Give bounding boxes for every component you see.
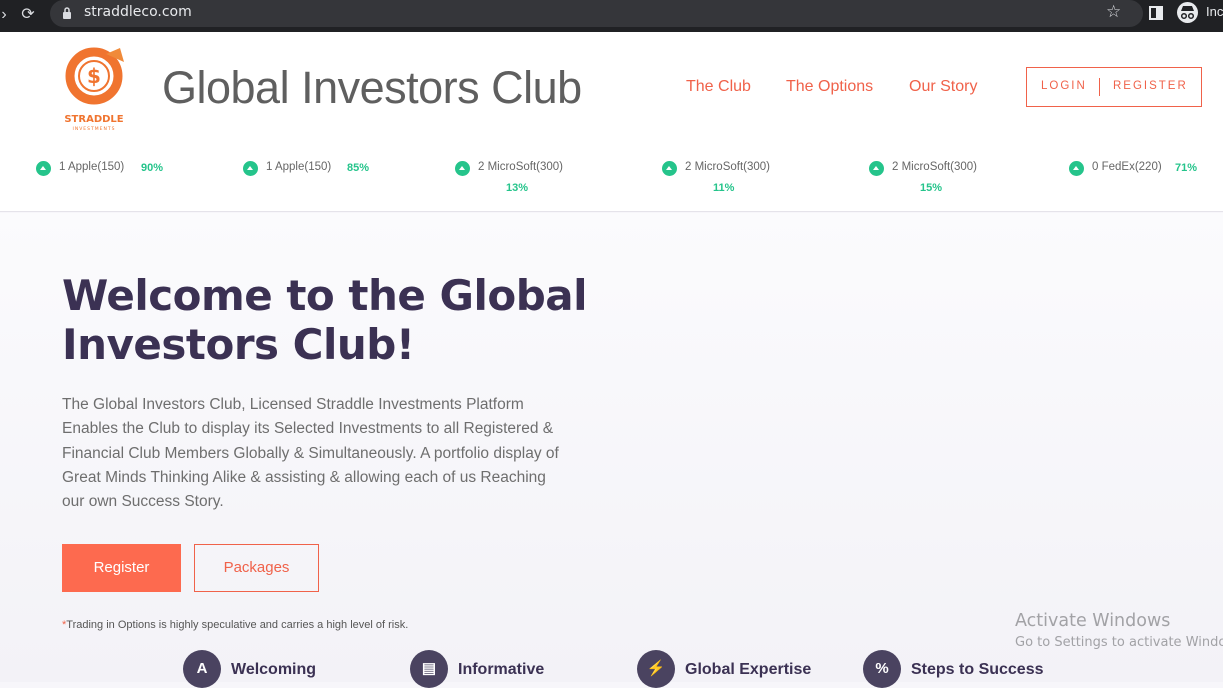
ticker-label: 2 MicroSoft(300) xyxy=(685,161,771,173)
auth-divider xyxy=(1099,78,1100,96)
logo-text: STRADDLE xyxy=(64,114,123,125)
up-arrow-icon xyxy=(243,161,258,176)
ticker-label: 1 Apple(150) xyxy=(266,161,332,173)
ticker-percent: 71% xyxy=(1175,162,1198,174)
book-icon: ▤ xyxy=(410,650,448,688)
up-arrow-icon xyxy=(455,161,470,176)
incognito-icon[interactable] xyxy=(1177,2,1198,23)
bolt-icon: ⚡ xyxy=(637,650,675,688)
register-button[interactable]: Register xyxy=(62,544,181,592)
disclaimer-text: Trading in Options is highly speculative… xyxy=(66,619,409,631)
ticker-label: 1 Apple(150) xyxy=(59,161,125,173)
feature-label: Steps to Success xyxy=(911,661,1044,678)
watermark-title: Activate Windows xyxy=(1015,611,1171,631)
reload-icon[interactable]: ⟳ xyxy=(16,3,40,27)
login-button[interactable]: LOGIN xyxy=(1041,80,1087,92)
nav-the-club[interactable]: The Club xyxy=(686,78,751,96)
url-text[interactable]: straddleco.com xyxy=(84,4,192,20)
hero-section: Welcome to the Global Investors Club! Th… xyxy=(0,213,1223,688)
bookmark-star-icon[interactable]: ☆ xyxy=(1106,2,1121,22)
ticker-label: 0 FedEx(220) xyxy=(1092,161,1162,173)
straddle-logo[interactable]: $ STRADDLE INVESTMENTS xyxy=(58,42,132,132)
stock-ticker: 1 Apple(150) 90% 1 Apple(150) 85% 2 Micr… xyxy=(0,144,1223,212)
hero-title: Welcome to the Global Investors Club! xyxy=(62,271,588,369)
up-arrow-icon xyxy=(1069,161,1084,176)
lock-icon xyxy=(63,7,71,19)
percent-icon: % xyxy=(863,650,901,688)
site-header: $ STRADDLE INVESTMENTS Global Investors … xyxy=(0,32,1223,144)
ticker-item: 2 MicroSoft(300) 15% xyxy=(869,159,1029,203)
feature-label: Global Expertise xyxy=(685,661,812,678)
auth-box: LOGIN REGISTER xyxy=(1026,67,1202,107)
side-panel-icon[interactable] xyxy=(1149,6,1163,20)
ticker-item: 1 Apple(150) 85% xyxy=(243,159,403,203)
compass-icon: A xyxy=(183,650,221,688)
ticker-percent: 11% xyxy=(713,182,735,194)
logo-dollar-symbol: $ xyxy=(87,64,101,88)
up-arrow-icon xyxy=(36,161,51,176)
ticker-item: 2 MicroSoft(300) 11% xyxy=(662,159,822,203)
risk-disclaimer: *Trading in Options is highly speculativ… xyxy=(62,619,408,631)
ticker-percent: 90% xyxy=(141,162,164,174)
watermark-subtitle: Go to Settings to activate Windows. xyxy=(1015,635,1223,650)
hero-description: The Global Investors Club, Licensed Stra… xyxy=(62,396,559,511)
browser-toolbar: › ⟳ straddleco.com ☆ Inc xyxy=(0,0,1223,32)
packages-button[interactable]: Packages xyxy=(194,544,319,592)
feature-label: Informative xyxy=(458,661,545,678)
nav-the-options[interactable]: The Options xyxy=(786,78,873,96)
address-bar[interactable] xyxy=(50,0,1143,27)
logo-subtext: INVESTMENTS xyxy=(73,126,116,132)
ticker-label: 2 MicroSoft(300) xyxy=(892,161,978,173)
up-arrow-icon xyxy=(869,161,884,176)
register-link[interactable]: REGISTER xyxy=(1113,80,1188,92)
up-arrow-icon xyxy=(662,161,677,176)
feature-label: Welcoming xyxy=(231,661,317,678)
ticker-percent: 85% xyxy=(347,162,370,174)
nav-our-story[interactable]: Our Story xyxy=(909,78,977,96)
ticker-percent: 13% xyxy=(506,182,529,194)
activate-windows-watermark: Activate Windows Go to Settings to activ… xyxy=(1015,611,1223,650)
ticker-percent: 15% xyxy=(920,182,943,194)
ticker-label: 2 MicroSoft(300) xyxy=(478,161,564,173)
ticker-item: 1 Apple(150) 90% xyxy=(36,159,196,203)
incognito-label: Inc xyxy=(1206,4,1223,19)
back-icon[interactable]: › xyxy=(0,3,16,27)
ticker-item: 2 MicroSoft(300) 13% xyxy=(455,159,615,203)
ticker-item: 0 FedEx(220) 71% xyxy=(1069,159,1219,203)
site-title: Global Investors Club xyxy=(162,62,582,113)
